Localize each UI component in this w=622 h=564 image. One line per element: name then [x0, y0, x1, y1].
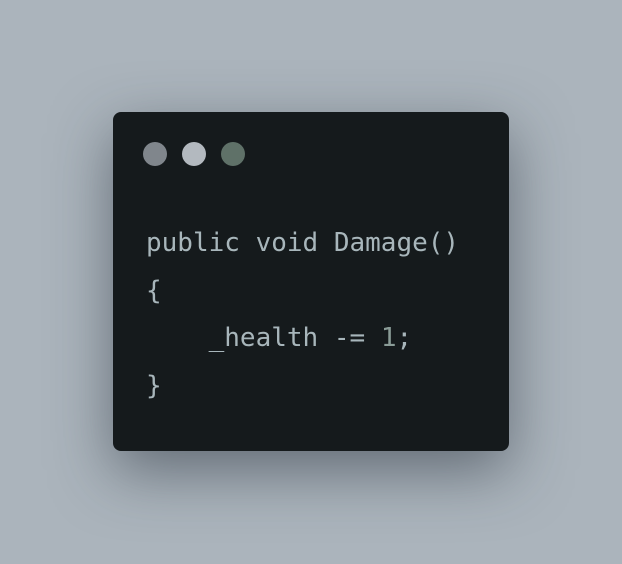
code-line: _health -= 1;	[146, 315, 459, 363]
number-literal: 1	[380, 323, 397, 353]
window-controls	[143, 142, 245, 166]
close-dot-icon	[143, 142, 167, 166]
code-line: public void Damage()	[146, 228, 460, 258]
code-window: public void Damage() { _health -= 1;}	[113, 112, 509, 451]
maximize-dot-icon	[221, 142, 245, 166]
code-block: public void Damage() { _health -= 1;}	[146, 220, 459, 410]
code-line: }	[146, 370, 162, 401]
code-line: {	[146, 275, 162, 306]
code-token: ;	[396, 323, 413, 353]
minimize-dot-icon	[182, 142, 206, 166]
code-token: _health -=	[146, 323, 381, 353]
